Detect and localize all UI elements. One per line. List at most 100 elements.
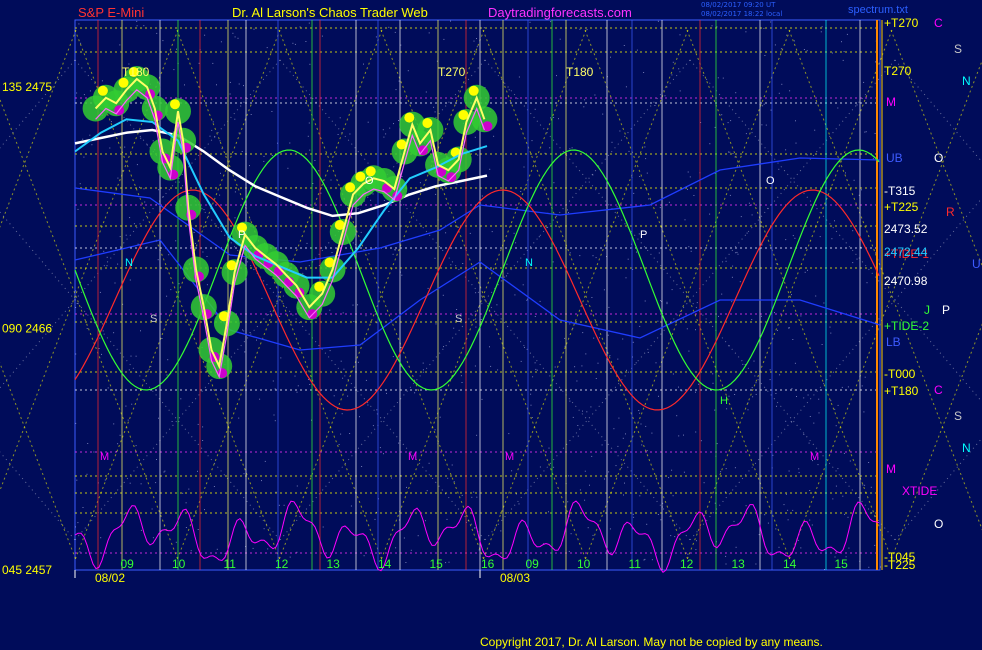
star: [330, 179, 332, 181]
star: [751, 214, 753, 216]
star: [664, 95, 666, 97]
star: [711, 25, 713, 27]
star: [461, 382, 463, 383]
star: [340, 360, 342, 362]
up-dot: [170, 99, 180, 110]
hour-axis-label: 11: [224, 557, 237, 571]
star: [595, 257, 597, 259]
star: [643, 72, 645, 73]
star: [782, 97, 784, 99]
star: [329, 309, 331, 311]
star: [450, 264, 452, 266]
star: [686, 328, 688, 330]
star: [184, 84, 185, 86]
star: [522, 284, 524, 286]
star: [739, 281, 741, 283]
star: [803, 397, 805, 399]
star: [775, 528, 777, 530]
star: [98, 348, 100, 349]
star: [117, 443, 119, 445]
star: [76, 92, 78, 94]
star: [203, 209, 205, 211]
star: [668, 477, 670, 479]
star: [841, 386, 843, 388]
star: [182, 492, 184, 494]
star: [151, 508, 153, 510]
star: [660, 300, 661, 302]
star: [83, 156, 85, 158]
star: [586, 411, 588, 413]
star: [229, 81, 231, 83]
star: [639, 412, 641, 414]
star: [797, 539, 799, 541]
star: [86, 328, 88, 329]
star: [806, 50, 808, 52]
star: [735, 92, 737, 94]
star: [79, 551, 81, 553]
star: [280, 357, 282, 359]
star: [197, 470, 198, 472]
star: [77, 522, 79, 524]
star: [166, 295, 168, 297]
right-level-label: M: [886, 462, 896, 476]
star: [617, 445, 619, 447]
star: [674, 536, 676, 538]
right-letter-marker: S: [954, 42, 962, 56]
right-letter-marker: C: [934, 383, 943, 397]
star: [367, 404, 369, 406]
star: [778, 92, 780, 94]
star: [626, 369, 627, 371]
star: [718, 315, 719, 317]
star: [550, 117, 551, 119]
star: [844, 513, 846, 515]
star: [444, 185, 446, 187]
star: [641, 444, 643, 446]
star: [243, 330, 245, 332]
star: [623, 45, 625, 46]
star: [493, 135, 495, 137]
star: [127, 419, 129, 421]
star: [539, 300, 541, 302]
site-url-link[interactable]: Daytradingforecasts.com: [488, 5, 632, 20]
star: [244, 351, 246, 353]
star: [299, 26, 301, 28]
star: [266, 47, 268, 49]
star: [139, 186, 140, 188]
star: [531, 140, 533, 142]
star: [140, 137, 142, 139]
star: [549, 147, 551, 149]
right-letter-marker: U: [972, 257, 981, 271]
star: [343, 368, 345, 370]
star: [639, 325, 641, 327]
star: [679, 34, 681, 36]
star: [725, 555, 727, 557]
star: [843, 51, 845, 53]
star: [367, 121, 369, 123]
star: [610, 56, 611, 58]
right-level-label: T270: [884, 64, 912, 78]
star: [834, 408, 836, 410]
star: [751, 387, 753, 389]
star: [700, 440, 702, 442]
star: [831, 238, 833, 240]
star: [804, 271, 806, 273]
star: [417, 535, 419, 537]
star: [249, 165, 250, 167]
star: [582, 410, 583, 412]
star: [274, 420, 276, 422]
star: [392, 356, 394, 358]
star: [425, 520, 426, 522]
right-level-label: XTIDE: [902, 484, 937, 498]
star: [237, 391, 239, 393]
star: [690, 250, 692, 252]
star: [745, 133, 747, 135]
star: [621, 467, 623, 469]
star: [679, 90, 681, 92]
star: [849, 460, 851, 462]
star: [86, 473, 88, 475]
star: [140, 483, 142, 485]
star: [824, 569, 825, 570]
star: [592, 255, 594, 257]
star: [475, 326, 477, 328]
star: [398, 80, 400, 82]
